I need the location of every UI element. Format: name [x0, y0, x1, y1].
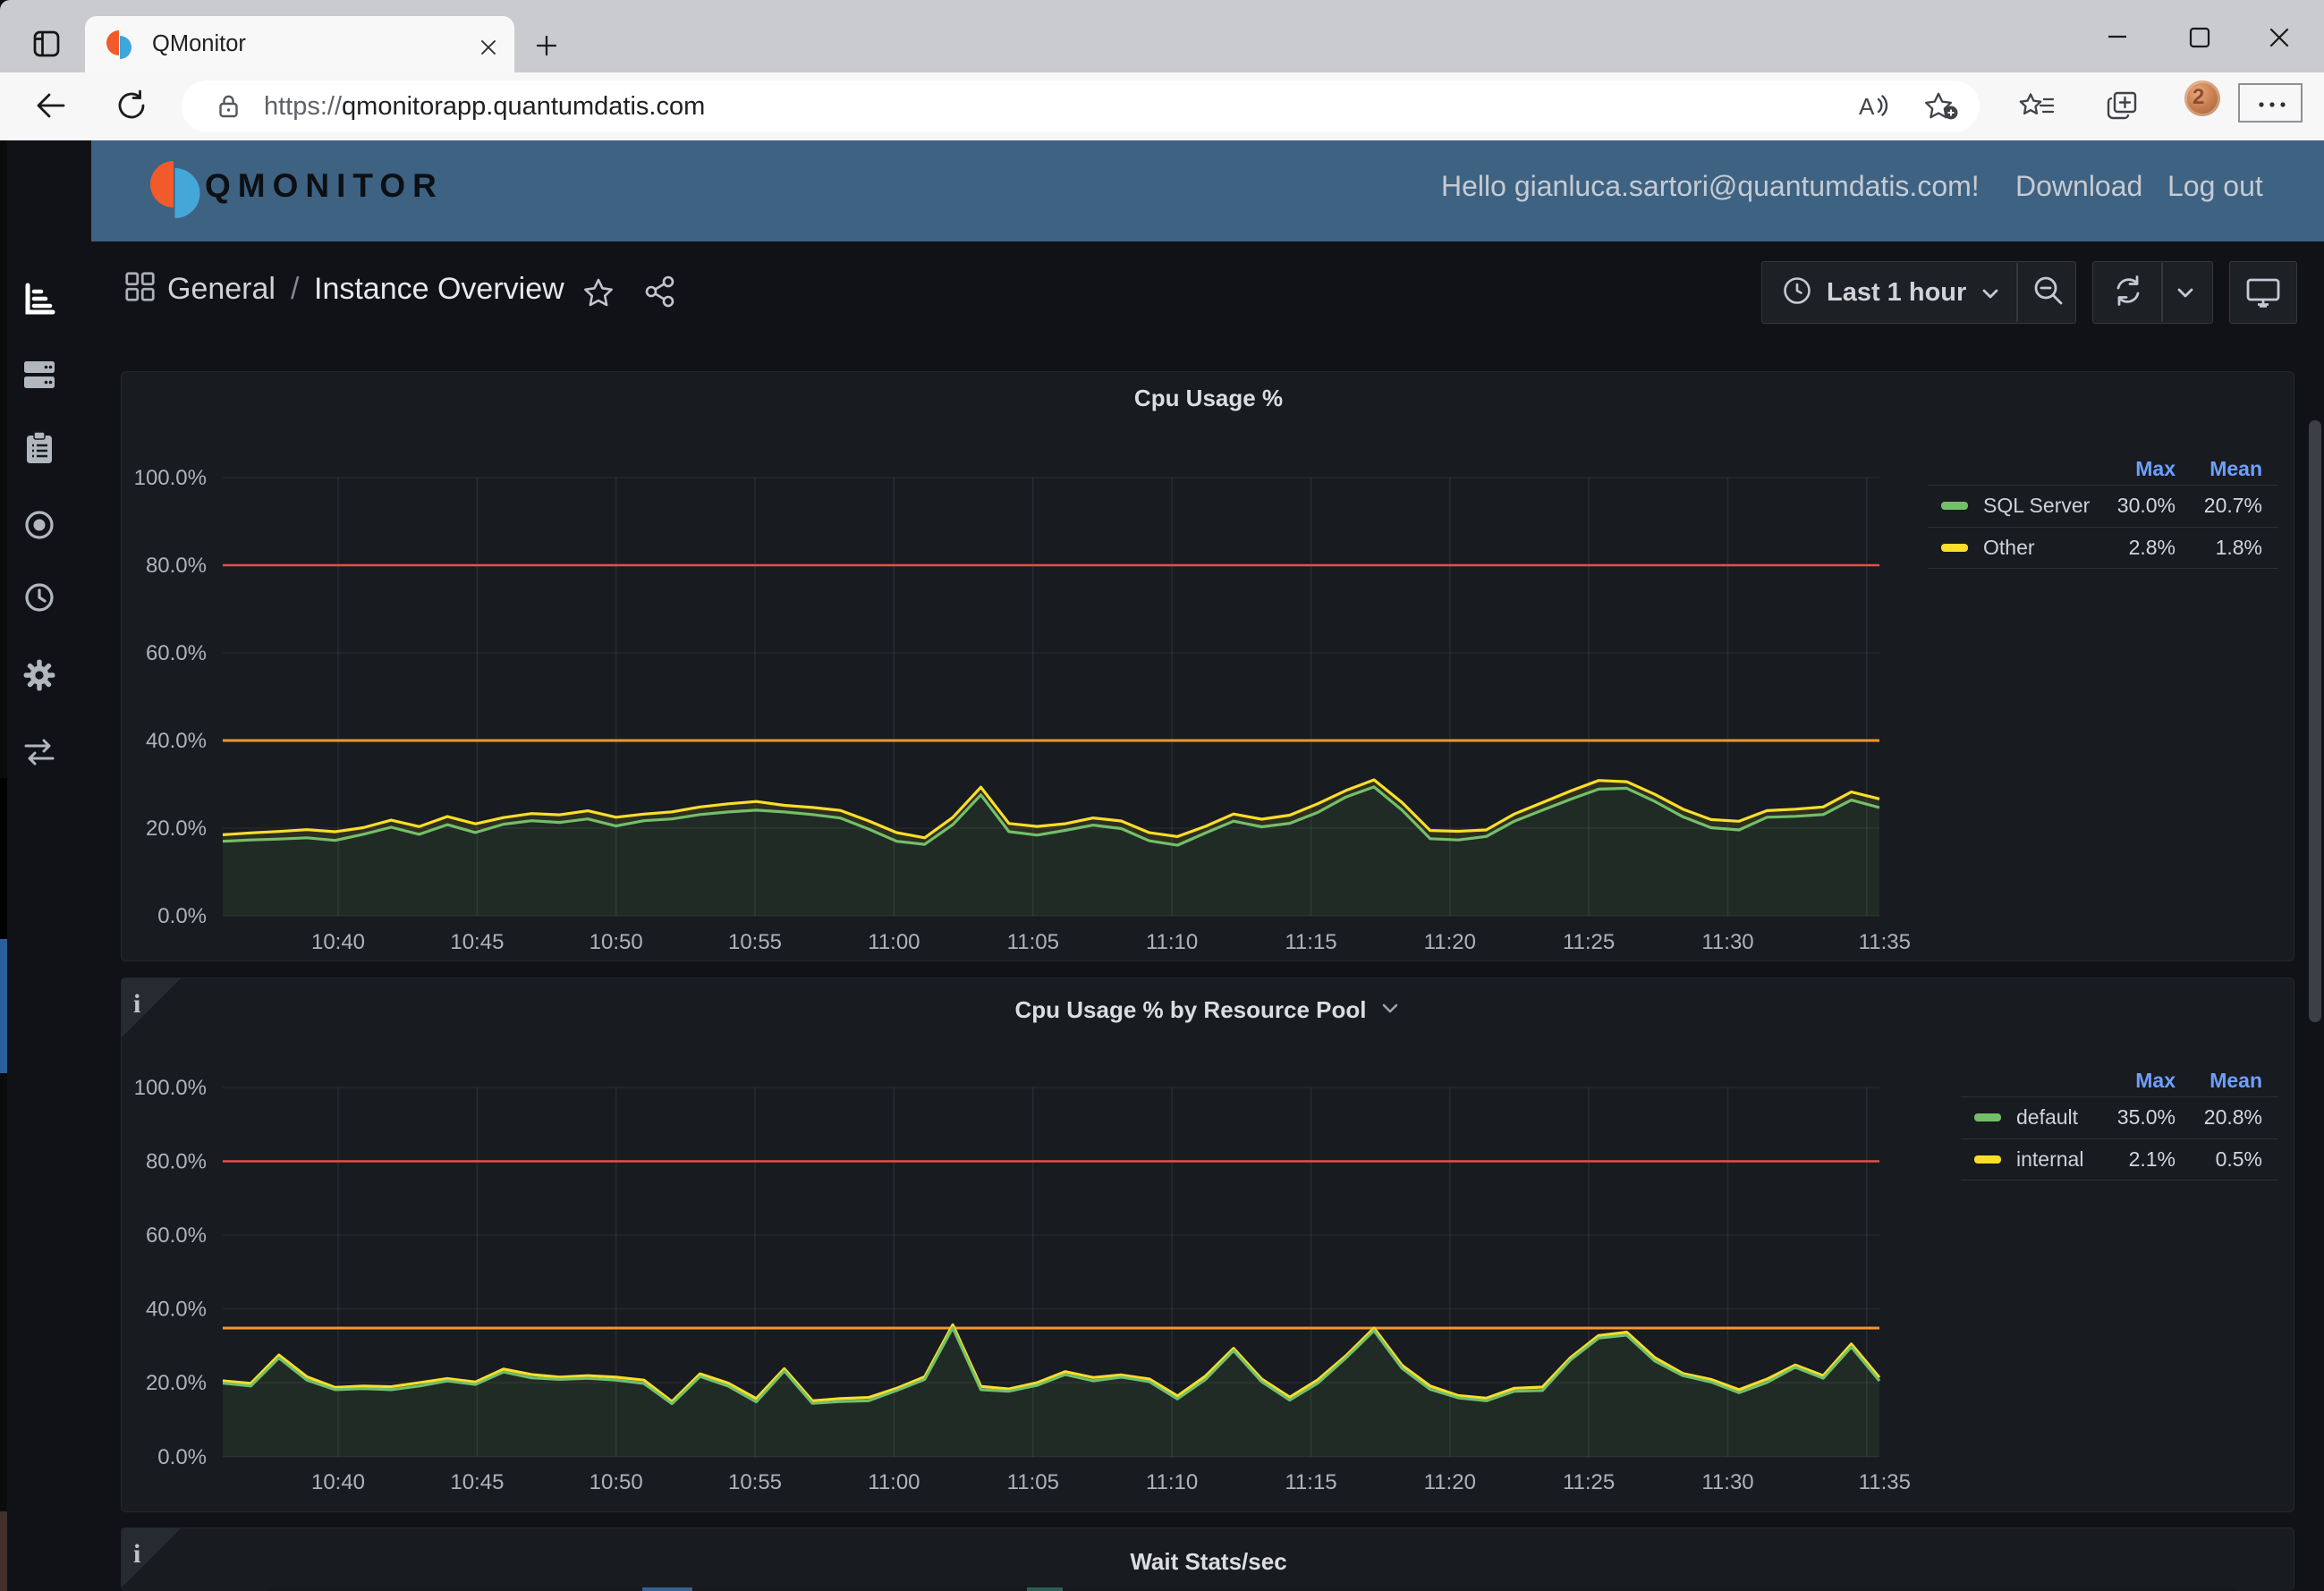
svg-text:11:30: 11:30	[1701, 1470, 1753, 1494]
svg-text:11:20: 11:20	[1424, 930, 1476, 954]
svg-text:10:45: 10:45	[450, 1470, 504, 1494]
svg-text:40.0%: 40.0%	[146, 729, 207, 753]
svg-text:0.0%: 0.0%	[157, 904, 207, 928]
svg-text:80.0%: 80.0%	[146, 1150, 207, 1174]
svg-text:11:15: 11:15	[1285, 930, 1336, 954]
svg-text:60.0%: 60.0%	[146, 641, 207, 665]
svg-text:100.0%: 100.0%	[134, 1076, 207, 1100]
svg-text:10:55: 10:55	[728, 930, 782, 954]
svg-text:11:15: 11:15	[1285, 1470, 1336, 1494]
svg-text:11:30: 11:30	[1701, 930, 1753, 954]
svg-text:11:35: 11:35	[1859, 1470, 1911, 1494]
svg-text:0.0%: 0.0%	[157, 1445, 207, 1469]
svg-text:60.0%: 60.0%	[146, 1223, 207, 1248]
svg-text:QMONITOR: QMONITOR	[205, 167, 444, 204]
svg-text:11:00: 11:00	[868, 930, 920, 954]
svg-text:100.0%: 100.0%	[134, 466, 207, 490]
svg-text:11:25: 11:25	[1563, 930, 1615, 954]
svg-text:20.0%: 20.0%	[146, 817, 207, 841]
svg-text:A: A	[1859, 93, 1875, 120]
svg-text:10:50: 10:50	[589, 1470, 643, 1494]
svg-text:80.0%: 80.0%	[146, 554, 207, 578]
svg-text:10:40: 10:40	[311, 1470, 365, 1494]
svg-text:10:55: 10:55	[728, 1470, 782, 1494]
svg-text:11:35: 11:35	[1859, 930, 1911, 954]
svg-text:11:25: 11:25	[1563, 1470, 1615, 1494]
svg-text:40.0%: 40.0%	[146, 1298, 207, 1322]
svg-text:11:20: 11:20	[1424, 1470, 1476, 1494]
svg-text:11:00: 11:00	[868, 1470, 920, 1494]
svg-text:11:05: 11:05	[1007, 930, 1059, 954]
svg-text:10:40: 10:40	[311, 930, 365, 954]
svg-text:10:50: 10:50	[589, 930, 643, 954]
svg-text:10:45: 10:45	[450, 930, 504, 954]
svg-text:11:10: 11:10	[1146, 930, 1198, 954]
svg-text:11:10: 11:10	[1146, 1470, 1198, 1494]
svg-text:20.0%: 20.0%	[146, 1371, 207, 1395]
svg-text:11:05: 11:05	[1007, 1470, 1059, 1494]
